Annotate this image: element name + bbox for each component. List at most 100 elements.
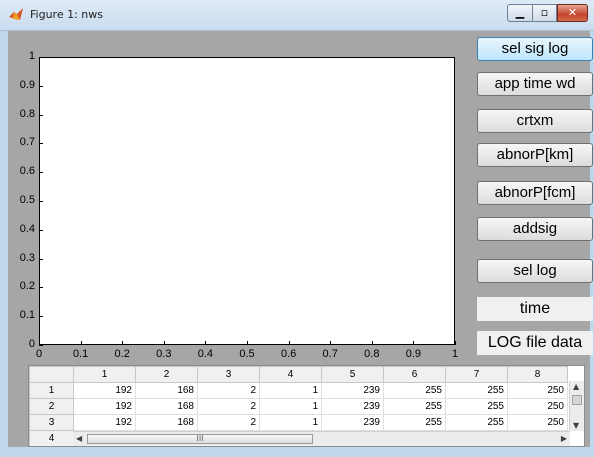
column-header[interactable]: 5	[321, 366, 384, 383]
x-tick-mark	[330, 341, 332, 345]
x-tick-label: 0.6	[280, 348, 297, 360]
plot-area[interactable]	[39, 57, 455, 345]
y-tick-mark	[39, 57, 43, 58]
table-cell[interactable]: 2	[197, 382, 260, 399]
y-tick-label: 0.7	[19, 136, 35, 149]
axes: 1 0.9 0.8 0.7 0.6 0.5 0.4 0.3 0.2 0.1 0 0 0.1 0.2 0.3 0…	[8, 31, 468, 371]
table-cell[interactable]: 255	[445, 414, 508, 431]
table-cell[interactable]: 1	[259, 414, 322, 431]
table-cell[interactable]: 168	[135, 414, 198, 431]
title-bar[interactable]: Figure 1: nws ▁ ▫ ✕	[0, 0, 594, 31]
column-header[interactable]: 6	[383, 366, 446, 383]
x-tick-mark	[371, 341, 373, 345]
y-tick-label: 0.5	[19, 194, 35, 206]
sel-sig-log-button[interactable]: sel sig log	[477, 37, 593, 61]
table-cell[interactable]: 2	[197, 414, 260, 431]
scroll-down-icon[interactable]: ▼	[573, 421, 579, 430]
scroll-right-icon[interactable]: ▶	[561, 434, 567, 443]
vertical-scrollbar[interactable]: ▲ ▼	[569, 381, 584, 431]
horizontal-scrollbar[interactable]: ◀ III ▶	[73, 431, 570, 446]
y-tick-mark	[39, 201, 43, 202]
y-tick-mark	[39, 143, 43, 145]
y-tick-label: 0.4	[19, 222, 35, 235]
table-row[interactable]: 3 192 168 2 1 239 255 255 250	[29, 414, 568, 431]
x-tick-label: 0.3	[156, 348, 172, 360]
scroll-up-icon[interactable]: ▲	[573, 382, 579, 391]
maximize-button[interactable]: ▫	[533, 4, 557, 22]
x-tick-label: 0.4	[197, 348, 214, 360]
minimize-icon: ▁	[515, 6, 525, 19]
x-tick-mark	[163, 341, 165, 345]
table-cell[interactable]: 255	[383, 382, 446, 399]
table-cell[interactable]: 239	[321, 414, 384, 431]
table-cell[interactable]: 168	[135, 382, 198, 399]
table-cell[interactable]: 255	[383, 414, 446, 431]
table-cell[interactable]: 1	[259, 398, 322, 415]
x-tick-label: 0.8	[364, 348, 380, 360]
x-tick-label: 0	[35, 348, 43, 360]
scroll-left-icon[interactable]: ◀	[76, 434, 82, 443]
x-tick-mark	[205, 341, 207, 345]
minimize-button[interactable]: ▁	[507, 4, 533, 22]
y-tick-mark	[39, 229, 43, 231]
x-tick-label: 0.7	[322, 348, 338, 360]
abnorp-fcm-button[interactable]: abnorP[fcm]	[477, 181, 593, 205]
app-time-wd-button[interactable]: app time wd	[477, 72, 593, 96]
y-tick-mark	[39, 85, 43, 87]
horizontal-scroll-thumb[interactable]: III	[87, 434, 313, 444]
x-tick-label: 0.5	[239, 348, 255, 360]
table-cell[interactable]: 192	[73, 414, 136, 431]
matlab-icon	[9, 8, 23, 20]
row-header[interactable]: 3	[29, 414, 74, 431]
row-header[interactable]: 4	[29, 430, 74, 446]
x-tick-mark	[455, 341, 456, 345]
log-file-data-text: LOG file data	[477, 331, 593, 355]
abnorp-km-button[interactable]: abnorP[km]	[477, 143, 593, 167]
column-header[interactable]: 3	[197, 366, 260, 383]
window-title: Figure 1: nws	[30, 8, 103, 21]
y-tick-mark	[39, 316, 43, 318]
addsig-button[interactable]: addsig	[477, 217, 593, 241]
y-tick-mark	[39, 114, 43, 116]
y-tick-label: 0.3	[19, 251, 35, 264]
table-cell[interactable]: 168	[135, 398, 198, 415]
time-text: time	[477, 297, 593, 321]
table-cell[interactable]: 239	[321, 398, 384, 415]
table-cell[interactable]: 2	[197, 398, 260, 415]
table-corner	[29, 366, 74, 383]
table-cell[interactable]: 255	[383, 398, 446, 415]
y-tick-label: 1	[28, 50, 35, 62]
x-tick-mark	[80, 341, 82, 345]
table-cell[interactable]: 250	[507, 398, 568, 415]
table-cell[interactable]: 250	[507, 382, 568, 399]
y-tick-label: 0.6	[19, 165, 35, 178]
table-cell[interactable]: 250	[507, 414, 568, 431]
table-row[interactable]: 2 192 168 2 1 239 255 255 250	[29, 398, 568, 415]
table-cell[interactable]: 255	[445, 398, 508, 415]
log-data-table[interactable]: 1 2 3 4 5 6 7 8 1 192 168 2 1 239 255 255 250 2 192 168 2 1 23…	[28, 365, 585, 447]
close-button[interactable]: ✕	[557, 4, 588, 22]
row-header[interactable]: 1	[29, 382, 74, 399]
table-cell[interactable]: 192	[73, 398, 136, 415]
table-cell[interactable]: 239	[321, 382, 384, 399]
column-header[interactable]: 1	[73, 366, 136, 383]
crtxm-button[interactable]: crtxm	[477, 109, 593, 133]
maximize-icon: ▫	[540, 6, 549, 19]
table-row[interactable]: 1 192 168 2 1 239 255 255 250	[29, 382, 568, 399]
x-tick-mark	[288, 341, 290, 345]
table-cell[interactable]: 192	[73, 382, 136, 399]
table-cell[interactable]: 255	[445, 382, 508, 399]
figure-window: Figure 1: nws ▁ ▫ ✕ 1 0.9 0.8 0.7 0.6 0.5 0.4 0…	[0, 0, 594, 457]
row-header[interactable]: 2	[29, 398, 74, 415]
x-tick-label: 0.1	[72, 348, 89, 360]
x-tick-label: 1	[451, 348, 459, 360]
column-header[interactable]: 4	[259, 366, 322, 383]
sel-log-button[interactable]: sel log	[477, 259, 593, 283]
table-cell[interactable]: 1	[259, 382, 322, 399]
column-header[interactable]: 7	[445, 366, 508, 383]
column-header[interactable]: 2	[135, 366, 198, 383]
y-tick-mark	[39, 345, 43, 346]
y-tick-label: 0.2	[19, 280, 35, 293]
vertical-scroll-thumb[interactable]	[572, 395, 582, 405]
column-header[interactable]: 8	[507, 366, 568, 383]
